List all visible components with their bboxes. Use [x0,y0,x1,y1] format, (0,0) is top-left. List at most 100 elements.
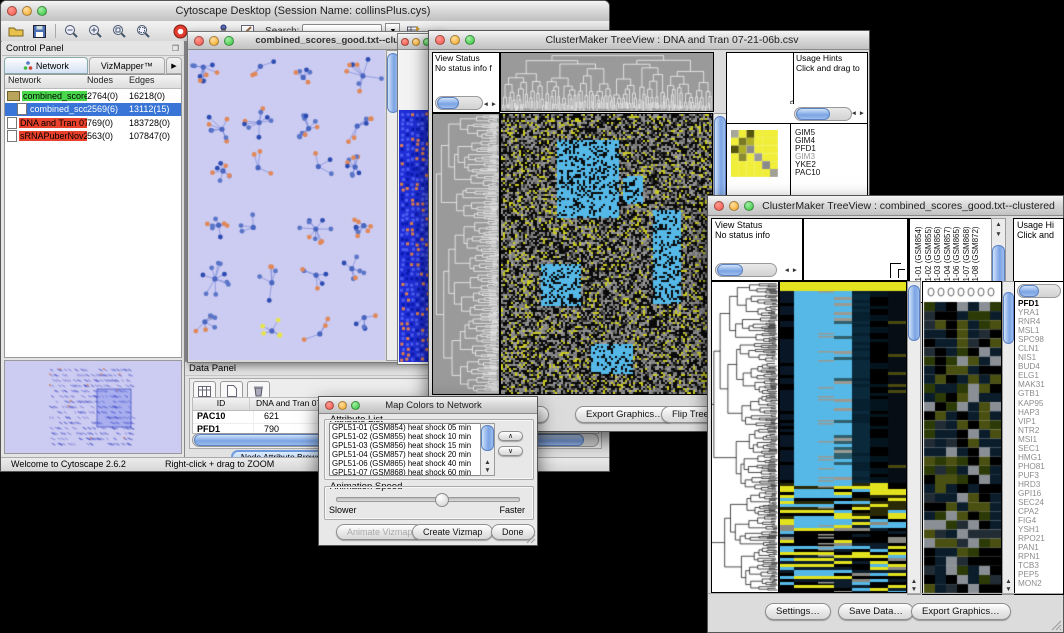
tab-network[interactable]: Network [4,57,88,74]
tv2-heatmap[interactable] [779,281,907,593]
col-network[interactable]: Network [5,75,87,88]
gene-label: PEP5 [1018,570,1045,579]
tv2-heatmap-vscrollbar[interactable]: ▲ ▼ [907,281,921,595]
tv1-row-dendrogram[interactable] [432,113,500,395]
more-tabs-button[interactable]: ▶ [166,57,182,74]
scroll-up-icon[interactable]: ▲ [992,221,1005,228]
close-icon[interactable] [325,401,334,410]
close-icon[interactable] [714,201,724,211]
faster-label: Faster [499,505,525,515]
zoom-fit-icon[interactable] [133,22,154,40]
window-controls[interactable] [7,6,47,16]
gene-label: YSH1 [1018,525,1045,534]
minimize-icon[interactable] [450,35,460,45]
tv2-column-dendrogram[interactable] [803,218,908,281]
gene-label: HAP3 [1018,408,1045,417]
scroll-right-icon[interactable]: ► [792,267,798,274]
minimize-icon[interactable] [22,6,32,16]
tv1-zoom-heatmap[interactable] [731,130,778,177]
gene-label: YRA1 [1018,308,1045,317]
open-file-icon[interactable] [5,22,26,40]
tv1-heatmap[interactable] [500,113,713,395]
zoom-out-icon[interactable] [61,22,82,40]
resize-grip-icon[interactable] [1050,619,1062,631]
scroll-down-icon[interactable]: ▼ [481,467,494,474]
close-icon[interactable] [194,36,204,46]
tv2-save-data-button[interactable]: Save Data… [838,603,914,620]
network-canvas[interactable] [189,50,385,360]
zoom-icon[interactable] [37,6,47,16]
network-list-item[interactable]: DNA and Tran 07769(0)183728(0) [5,116,181,130]
tv1-status-scrollbar[interactable] [435,96,483,110]
resize-grip-icon[interactable] [525,533,536,544]
tv1-view-status: View Status No status info f ◄ ► [432,52,500,113]
attribute-list-item[interactable]: GPL51-07 (GSM868) heat shock 60 min [332,469,494,476]
tv2-row-dendrogram[interactable] [711,281,779,593]
datapanel-col-id[interactable]: ID [193,398,250,410]
gene-label: ELG1 [1018,371,1045,380]
move-down-button[interactable]: ∨ [498,446,523,456]
tv2-zoom-heatmap[interactable] [922,281,1002,595]
float-panel-icon[interactable]: ❐ [172,44,184,53]
gene-label: SEC24 [1018,498,1045,507]
tv1-zoom-hscrollbar[interactable] [794,107,852,121]
tab-vizmapper[interactable]: VizMapper™ [89,57,165,74]
tv2-status-scrollbar[interactable] [715,263,777,277]
create-vizmap-button[interactable]: Create Vizmap [412,524,493,540]
scroll-left-icon[interactable]: ◄ [784,267,790,274]
zoom-icon[interactable] [744,201,754,211]
network-list-item[interactable]: sRNAPuberNov2+563(0)107847(0) [5,130,181,144]
treeview2-title: ClusterMaker TreeView : combined_scores_… [754,200,1063,212]
gene-label: NIS1 [1018,353,1045,362]
tv1-column-dendrogram[interactable] [500,52,714,112]
tv2-settings-button[interactable]: Settings… [765,603,831,620]
gene-label: PUF3 [1018,471,1045,480]
node-count: 2569(6) [87,104,129,114]
col-edges[interactable]: Edges [129,75,181,88]
animation-speed-slider[interactable] [336,497,520,502]
file-icon [17,103,27,115]
scroll-down-icon[interactable]: ▼ [908,586,920,593]
scroll-left-icon[interactable]: ◄ [483,101,489,108]
tv2-label-hscrollbar[interactable] [1017,284,1061,298]
close-icon[interactable] [435,35,445,45]
scroll-down-icon[interactable]: ▼ [1003,586,1014,593]
main-titlebar[interactable]: Cytoscape Desktop (Session Name: collins… [1,1,609,22]
minimize-icon[interactable] [209,36,219,46]
birdseye-view[interactable] [4,360,182,454]
scroll-up-icon[interactable]: ▲ [1003,578,1014,585]
scroll-down-icon[interactable]: ▼ [992,231,1005,238]
zoom-selected-icon[interactable] [109,22,130,40]
col-nodes[interactable]: Nodes [87,75,129,88]
tv2-export-graphics-button[interactable]: Export Graphics… [911,603,1011,620]
network-list-item[interactable]: combined_sco2569(6)13112(15) [5,103,181,117]
status-welcome: Welcome to Cytoscape 2.6.2 [9,458,163,471]
scroll-up-icon[interactable]: ▲ [481,459,494,466]
move-up-button[interactable]: ∧ [498,431,523,441]
minimize-icon[interactable] [338,401,347,410]
zoom-icon[interactable] [465,35,475,45]
gene-label: PAC10 [795,169,820,177]
save-icon[interactable] [29,22,50,40]
zoom-icon[interactable] [351,401,360,410]
node-count: 769(0) [87,118,129,128]
scroll-right-icon[interactable]: ► [491,101,497,108]
tv1-export-graphics-button[interactable]: Export Graphics… [575,406,675,423]
close-icon[interactable] [401,38,409,46]
network-list-item[interactable]: combined_scores2764(0)16218(0) [5,89,181,103]
animate-vizmap-button[interactable]: Animate Vizmap [336,524,423,540]
zoom-icon[interactable] [224,36,234,46]
minimize-icon[interactable] [729,201,739,211]
gene-label: HMG1 [1018,453,1045,462]
attribute-list-vscrollbar[interactable]: ▲ ▼ [480,423,495,476]
scroll-right-icon[interactable]: ► [859,110,865,117]
slider-thumb[interactable] [435,493,449,507]
zoom-in-icon[interactable] [85,22,106,40]
minimize-icon[interactable] [412,38,420,46]
edge-count: 107847(0) [129,131,181,141]
scroll-up-icon[interactable]: ▲ [908,578,920,585]
gene-label: PAN1 [1018,543,1045,552]
close-icon[interactable] [7,6,17,16]
scroll-left-icon[interactable]: ◄ [851,110,857,117]
attribute-list[interactable]: GPL51-01 (GSM854) heat shock 05 minGPL51… [329,423,495,476]
